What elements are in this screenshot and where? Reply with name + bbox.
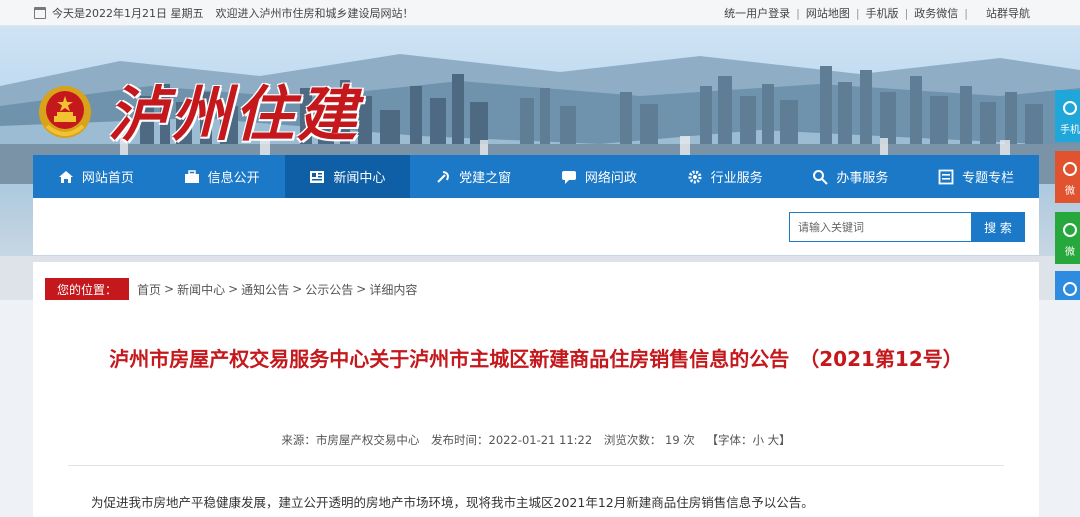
search-bar: 搜 索 — [33, 198, 1039, 255]
nav-item-industry[interactable]: 行业服务 — [662, 155, 788, 198]
nav-item-label: 办事服务 — [836, 171, 889, 186]
mobile-icon — [1063, 101, 1077, 115]
nav-item-news[interactable]: 新闻中心 — [284, 155, 411, 198]
top-bar-links: 统一用户登录 | 网站地图 | 手机版 | 政务微信 | 站群导航 — [724, 5, 1030, 21]
float-weibo-label: 微 — [1065, 186, 1075, 197]
national-emblem-logo — [39, 86, 91, 138]
site-logo: 泸州住建 — [108, 80, 360, 150]
login-link[interactable]: 统一用户登录 — [724, 5, 790, 21]
main-nav: 网站首页 信息公开 新闻中心 党建之窗 网络问政 行业服务 办事服务 专题专栏 — [33, 155, 1039, 198]
article-meta: 来源：市房屋产权交易中心 发布时间：2022-01-21 11:22 浏览次数：… — [33, 432, 1039, 448]
date-text: 今天是2022年1月21日 星期五 — [52, 7, 204, 20]
float-share[interactable]: 分 — [1055, 271, 1080, 300]
nav-item-label: 专题专栏 — [962, 171, 1015, 186]
nav-item-label: 新闻中心 — [333, 171, 386, 186]
search-input[interactable] — [789, 212, 971, 242]
column-icon — [938, 169, 954, 184]
nav-item-service[interactable]: 办事服务 — [788, 155, 914, 198]
sitemap-link[interactable]: 网站地图 — [806, 5, 850, 21]
float-mobile-label: 手机 — [1060, 125, 1080, 136]
breadcrumb-item-detail: 详细内容 — [369, 282, 418, 297]
weibo-icon — [1063, 162, 1077, 176]
search-icon — [813, 169, 829, 185]
article-views: 浏览次数： 19 次 — [603, 433, 695, 447]
gear-icon — [688, 170, 702, 183]
breadcrumb-item-notices[interactable]: 通知公告 — [241, 281, 289, 298]
breadcrumb-item-news[interactable]: 新闻中心 — [177, 281, 225, 298]
breadcrumb-label: 您的位置： — [45, 278, 130, 300]
font-size-toggle[interactable]: 【字体：小 大】 — [706, 433, 790, 447]
breadcrumb: 您的位置： 首页 > 新闻中心 > 通知公告 > 公示公告 > 详细内容 — [45, 277, 420, 301]
breadcrumb-separator: > — [292, 282, 303, 296]
nav-item-party[interactable]: 党建之窗 — [410, 155, 536, 198]
briefcase-icon — [184, 169, 199, 183]
chat-icon — [561, 170, 576, 184]
share-icon — [1063, 282, 1077, 296]
mobile-link[interactable]: 手机版 — [866, 5, 899, 21]
breadcrumb-item-announcements[interactable]: 公示公告 — [305, 281, 353, 298]
breadcrumb-separator: > — [228, 282, 239, 296]
breadcrumb-item-home[interactable]: 首页 — [137, 281, 161, 298]
article-paragraph: 为促进我市房地产平稳健康发展，建立公开透明的房地产市场环境，现将我市主城区202… — [91, 495, 814, 510]
float-wechat[interactable]: 微 — [1055, 212, 1080, 264]
nav-item-topics[interactable]: 专题专栏 — [913, 155, 1039, 198]
newspaper-icon — [310, 170, 325, 183]
top-bar: 今天是2022年1月21日 星期五 欢迎进入泸州市住房和城乡建设局网站！ 统一用… — [0, 0, 1080, 26]
nav-item-label: 网站首页 — [81, 171, 134, 186]
top-bar-left: 今天是2022年1月21日 星期五 欢迎进入泸州市住房和城乡建设局网站！ — [34, 5, 414, 21]
article-published: 发布时间：2022-01-21 11:22 — [431, 433, 593, 447]
welcome-text: 欢迎进入泸州市住房和城乡建设局网站！ — [215, 7, 414, 20]
nav-item-home[interactable]: 网站首页 — [33, 155, 159, 198]
nav-item-label: 网络问政 — [584, 171, 637, 186]
article-panel: 您的位置： 首页 > 新闻中心 > 通知公告 > 公示公告 > 详细内容 泸州市… — [33, 262, 1039, 517]
breadcrumb-separator: > — [356, 282, 367, 296]
nav-item-inquiry[interactable]: 网络问政 — [536, 155, 662, 198]
float-weibo[interactable]: 微 — [1055, 151, 1080, 203]
hammer-sickle-icon — [437, 170, 449, 183]
breadcrumb-separator: > — [164, 282, 175, 296]
wechat-icon — [1063, 223, 1077, 237]
nav-item-label: 党建之窗 — [459, 171, 512, 186]
float-mobile[interactable]: 手机 — [1055, 90, 1080, 142]
nav-item-label: 行业服务 — [710, 171, 763, 186]
nav-item-label: 信息公开 — [207, 171, 260, 186]
article-title: 泸州市房屋产权交易服务中心关于泸州市主城区新建商品住房销售信息的公告 （2021… — [109, 347, 963, 371]
float-wechat-label: 微 — [1065, 247, 1075, 258]
site-group-nav-link[interactable]: 站群导航 — [986, 5, 1030, 21]
article-source: 来源：市房屋产权交易中心 — [281, 433, 420, 447]
nav-item-info[interactable]: 信息公开 — [159, 155, 285, 198]
divider — [68, 465, 1004, 466]
home-icon — [58, 170, 73, 183]
wechat-link[interactable]: 政务微信 — [914, 5, 958, 21]
calendar-icon — [34, 7, 46, 19]
search-button[interactable]: 搜 索 — [971, 212, 1025, 242]
